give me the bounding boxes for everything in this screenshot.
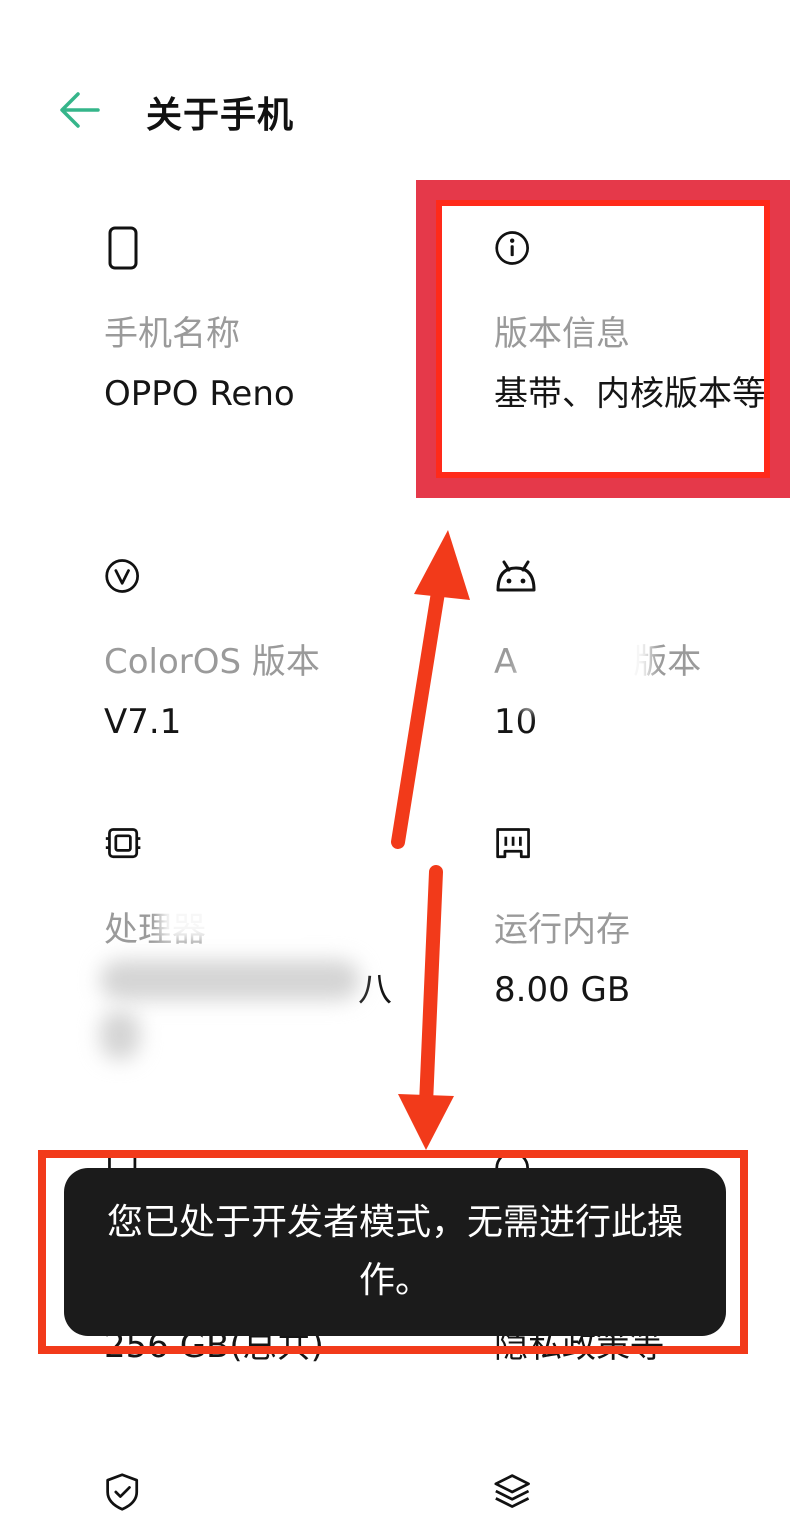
- redaction-blur: [520, 600, 650, 710]
- toast-message: 您已处于开发者模式，无需进行此操作。: [64, 1168, 726, 1336]
- back-button[interactable]: [52, 82, 108, 138]
- page-title: 关于手机: [146, 95, 295, 136]
- card-value: V7.1: [104, 702, 182, 742]
- app-header: 关于手机: [0, 60, 800, 160]
- processor-value-tail: 八: [358, 970, 392, 1010]
- coloros-icon: [105, 559, 139, 593]
- android-label-prefix: A: [494, 642, 518, 682]
- memory-icon: [496, 828, 530, 859]
- redaction-blur: [160, 890, 310, 940]
- layers-icon: [494, 1474, 530, 1508]
- redaction-blur: [100, 1010, 140, 1060]
- android-icon: [496, 560, 536, 592]
- card-label: 手机名称: [104, 314, 240, 354]
- toast-text: 您已处于开发者模式，无需进行此操作。: [106, 1202, 683, 1301]
- arrow-down-icon: [398, 865, 454, 1150]
- card-label: 运行内存: [494, 910, 630, 950]
- arrow-up-icon: [391, 530, 470, 849]
- phone-icon: [108, 226, 138, 270]
- card-label: ColorOS 版本: [104, 642, 320, 682]
- highlight-box: [416, 180, 790, 498]
- chip-icon: [105, 828, 141, 859]
- card-value: OPPO Reno: [104, 374, 295, 414]
- redaction-blur: [100, 960, 360, 1000]
- arrow-left-icon: [60, 92, 100, 128]
- card-value: 8.00 GB: [494, 970, 631, 1010]
- shield-check-icon: [106, 1473, 139, 1511]
